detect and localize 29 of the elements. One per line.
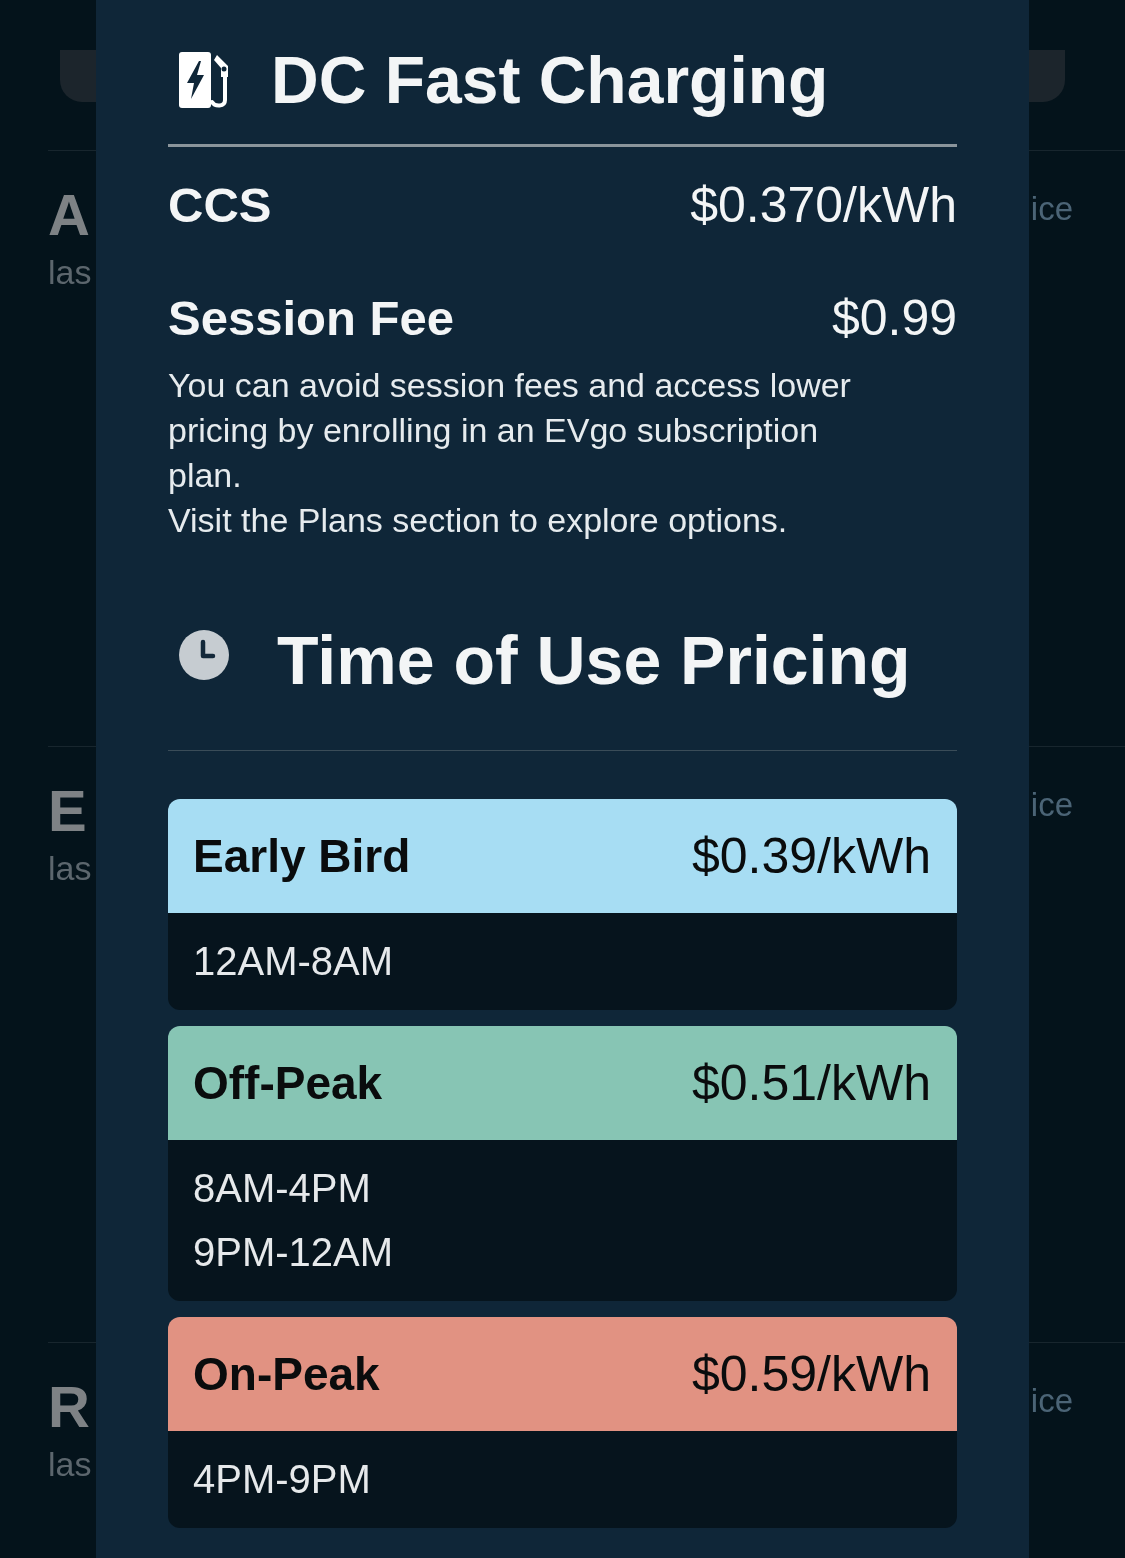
dialog-title: DC Fast Charging xyxy=(271,42,829,119)
period-name: Off-Peak xyxy=(193,1056,383,1111)
description-text: Visit the Plans section to explore options. xyxy=(168,500,789,541)
row-title: A xyxy=(48,183,91,247)
row-title: R xyxy=(48,1375,91,1439)
time-range: 8AM-4PM xyxy=(193,1165,372,1212)
row-title: E xyxy=(48,779,88,843)
section-title: Time of Use Pricing xyxy=(277,621,911,700)
session-fee-label: Session Fee xyxy=(168,290,454,347)
row-subtitle: las xyxy=(48,848,92,888)
period-price: $0.51/kWh xyxy=(692,1054,931,1113)
ev-charger-icon xyxy=(179,52,231,108)
period-price: $0.59/kWh xyxy=(692,1345,931,1404)
time-range: 4PM-9PM xyxy=(193,1456,372,1503)
row-trailing-text: ice xyxy=(1030,785,1073,825)
period-price: $0.39/kWh xyxy=(692,827,931,886)
row-subtitle: las xyxy=(48,1444,92,1484)
connector-price: $0.370/kWh xyxy=(690,176,957,235)
time-range: 9PM-12AM xyxy=(193,1229,395,1276)
session-fee-price: $0.99 xyxy=(831,289,957,348)
period-name: Early Bird xyxy=(193,829,411,884)
connector-label: CCS xyxy=(168,177,272,234)
clock-icon xyxy=(179,630,229,680)
row-subtitle: las xyxy=(48,252,92,292)
time-range: 12AM-8AM xyxy=(193,938,395,985)
row-trailing-text: ice xyxy=(1030,189,1073,229)
description-text: You can avoid session fees and access lower pricing by enrolling in an EVgo subscription plan. xyxy=(168,365,852,496)
period-name: On-Peak xyxy=(193,1347,380,1402)
row-trailing-text: ice xyxy=(1030,1381,1073,1421)
